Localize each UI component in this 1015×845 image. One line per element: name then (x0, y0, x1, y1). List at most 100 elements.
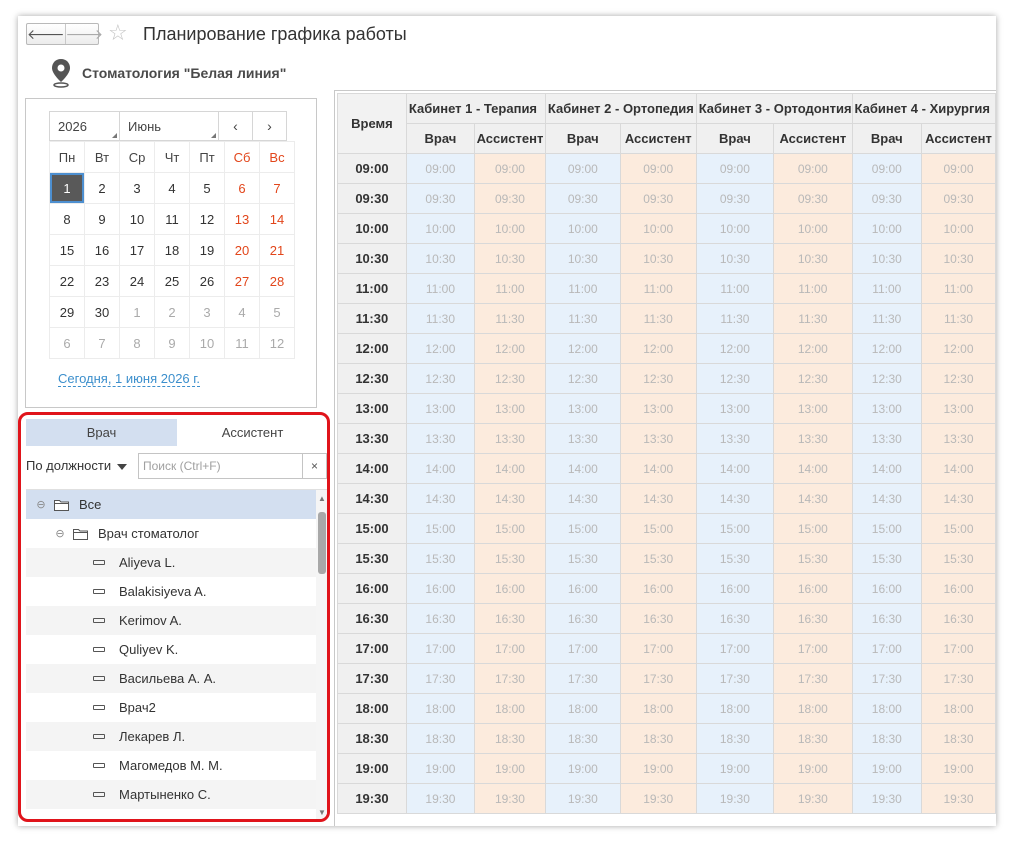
doctor-slot[interactable]: 09:30 (695, 183, 775, 214)
doctor-slot[interactable]: 12:30 (544, 363, 621, 394)
doctor-slot[interactable]: 18:30 (695, 723, 775, 754)
doctor-slot[interactable]: 09:00 (695, 153, 775, 184)
calendar-day[interactable]: 4 (154, 172, 190, 204)
calendar-day[interactable]: 25 (154, 265, 190, 297)
assistant-slot[interactable]: 10:30 (474, 243, 546, 274)
assistant-slot[interactable]: 17:00 (619, 633, 697, 664)
calendar-day[interactable]: 21 (259, 234, 295, 266)
calendar-day[interactable]: 17 (119, 234, 155, 266)
doctor-slot[interactable]: 11:30 (544, 303, 621, 334)
calendar-day[interactable]: 9 (154, 327, 190, 359)
staff-list-item[interactable]: Kerimov A. (26, 606, 327, 635)
doctor-slot[interactable]: 13:00 (405, 393, 476, 424)
doctor-slot[interactable]: 14:00 (544, 453, 621, 484)
doctor-slot[interactable]: 11:30 (851, 303, 923, 334)
assistant-slot[interactable]: 15:30 (474, 543, 546, 574)
calendar-day[interactable]: 30 (84, 296, 120, 328)
calendar-day[interactable]: 9 (84, 203, 120, 235)
doctor-slot[interactable]: 10:30 (851, 243, 923, 274)
prev-month-button[interactable]: ‹ (218, 111, 253, 141)
assistant-slot[interactable]: 14:00 (474, 453, 546, 484)
doctor-slot[interactable]: 14:30 (695, 483, 775, 514)
assistant-slot[interactable]: 18:30 (921, 723, 996, 754)
scroll-up-icon[interactable]: ▲ (316, 492, 327, 504)
doctor-slot[interactable]: 09:00 (405, 153, 476, 184)
doctor-slot[interactable]: 19:30 (544, 783, 621, 814)
doctor-slot[interactable]: 12:30 (405, 363, 476, 394)
assistant-slot[interactable]: 18:30 (474, 723, 546, 754)
assistant-slot[interactable]: 15:00 (773, 513, 853, 544)
calendar-day[interactable]: 11 (154, 203, 190, 235)
assistant-slot[interactable]: 13:00 (773, 393, 853, 424)
doctor-slot[interactable]: 09:30 (544, 183, 621, 214)
doctor-slot[interactable]: 16:30 (405, 603, 476, 634)
calendar-day[interactable]: 22 (49, 265, 85, 297)
doctor-slot[interactable]: 09:00 (851, 153, 923, 184)
calendar-day[interactable]: 12 (189, 203, 225, 235)
assistant-slot[interactable]: 09:30 (474, 183, 546, 214)
doctor-slot[interactable]: 13:00 (695, 393, 775, 424)
doctor-slot[interactable]: 16:30 (695, 603, 775, 634)
doctor-slot[interactable]: 10:30 (405, 243, 476, 274)
assistant-slot[interactable]: 16:30 (773, 603, 853, 634)
scroll-down-icon[interactable]: ▼ (316, 806, 327, 818)
doctor-slot[interactable]: 19:00 (405, 753, 476, 784)
year-selector[interactable]: 2026 (49, 111, 120, 141)
doctor-slot[interactable]: 13:30 (851, 423, 923, 454)
calendar-day[interactable]: 12 (259, 327, 295, 359)
doctor-slot[interactable]: 11:30 (405, 303, 476, 334)
calendar-day[interactable]: 5 (259, 296, 295, 328)
assistant-slot[interactable]: 13:00 (619, 393, 697, 424)
assistant-slot[interactable]: 19:30 (773, 783, 853, 814)
search-input[interactable] (139, 454, 302, 478)
calendar-day[interactable]: 29 (49, 296, 85, 328)
assistant-slot[interactable]: 11:30 (474, 303, 546, 334)
assistant-slot[interactable]: 09:00 (619, 153, 697, 184)
calendar-day[interactable]: 28 (259, 265, 295, 297)
assistant-slot[interactable]: 09:30 (921, 183, 996, 214)
doctor-slot[interactable]: 15:00 (405, 513, 476, 544)
assistant-slot[interactable]: 15:30 (619, 543, 697, 574)
assistant-slot[interactable]: 12:30 (921, 363, 996, 394)
assistant-slot[interactable]: 13:30 (474, 423, 546, 454)
doctor-slot[interactable]: 09:30 (405, 183, 476, 214)
doctor-slot[interactable]: 13:00 (544, 393, 621, 424)
doctor-slot[interactable]: 13:00 (851, 393, 923, 424)
doctor-slot[interactable]: 15:00 (695, 513, 775, 544)
staff-list-item[interactable]: Balakisiyeva A. (26, 577, 327, 606)
assistant-slot[interactable]: 19:30 (921, 783, 996, 814)
assistant-slot[interactable]: 09:00 (773, 153, 853, 184)
calendar-day[interactable]: 10 (189, 327, 225, 359)
today-link[interactable]: Сегодня, 1 июня 2026 г. (58, 371, 201, 387)
doctor-slot[interactable]: 18:30 (405, 723, 476, 754)
assistant-slot[interactable]: 16:30 (921, 603, 996, 634)
assistant-slot[interactable]: 10:30 (773, 243, 853, 274)
assistant-slot[interactable]: 11:00 (773, 273, 853, 304)
position-filter-dropdown[interactable]: По должности (26, 458, 128, 473)
tree-scrollbar[interactable]: ▲ ▼ (316, 490, 327, 819)
doctor-slot[interactable]: 18:00 (544, 693, 621, 724)
assistant-slot[interactable]: 10:00 (619, 213, 697, 244)
assistant-slot[interactable]: 19:00 (619, 753, 697, 784)
assistant-slot[interactable]: 18:00 (619, 693, 697, 724)
calendar-day[interactable]: 3 (119, 172, 155, 204)
assistant-slot[interactable]: 17:00 (921, 633, 996, 664)
calendar-day[interactable]: 1 (49, 172, 85, 204)
assistant-slot[interactable]: 13:00 (921, 393, 996, 424)
doctor-slot[interactable]: 11:00 (695, 273, 775, 304)
assistant-slot[interactable]: 16:00 (773, 573, 853, 604)
doctor-slot[interactable]: 10:30 (544, 243, 621, 274)
calendar-day[interactable]: 7 (84, 327, 120, 359)
tree-node-all[interactable]: ⊖ Все (26, 490, 327, 519)
doctor-slot[interactable]: 16:00 (544, 573, 621, 604)
doctor-slot[interactable]: 10:30 (695, 243, 775, 274)
assistant-slot[interactable]: 18:00 (773, 693, 853, 724)
assistant-slot[interactable]: 11:30 (921, 303, 996, 334)
doctor-slot[interactable]: 16:30 (544, 603, 621, 634)
collapse-icon[interactable]: ⊖ (34, 498, 48, 511)
doctor-slot[interactable]: 19:00 (851, 753, 923, 784)
doctor-slot[interactable]: 18:00 (851, 693, 923, 724)
doctor-slot[interactable]: 09:30 (851, 183, 923, 214)
calendar-day[interactable]: 18 (154, 234, 190, 266)
assistant-slot[interactable]: 11:00 (619, 273, 697, 304)
